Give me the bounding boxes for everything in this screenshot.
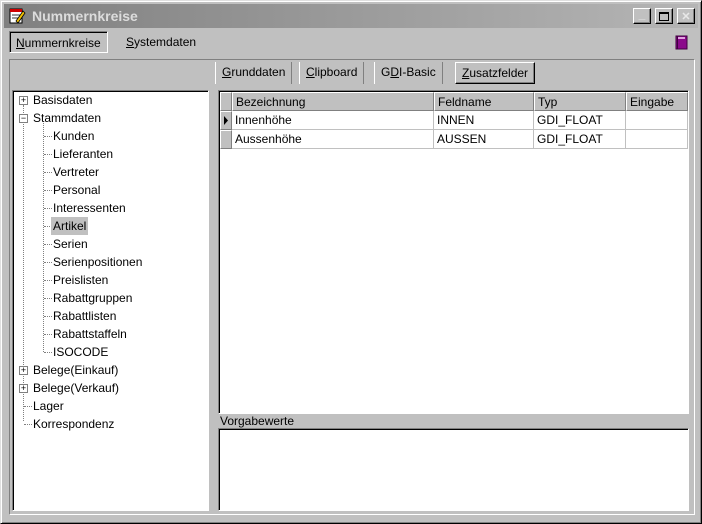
tree-connector — [24, 424, 32, 425]
tree-item-preislisten[interactable]: Preislisten — [53, 271, 108, 289]
column-header-feldname[interactable]: Feldname — [434, 92, 534, 111]
tree-connector — [43, 123, 44, 352]
book-icon[interactable] — [675, 35, 688, 50]
tree-item-korrespondenz[interactable]: Korrespondenz — [33, 415, 114, 433]
tab-systemdaten[interactable]: Systemdaten — [120, 31, 202, 53]
tab-label: usatzfelder — [469, 66, 529, 80]
expand-icon[interactable]: + — [19, 384, 28, 393]
grid-cell[interactable]: AUSSEN — [434, 130, 534, 149]
top-tab-bar: Nummernkreise Systemdaten — [4, 29, 698, 55]
tab-mnemonic: G — [222, 65, 232, 79]
tree-connector — [44, 262, 52, 263]
tree-item-serien[interactable]: Serien — [53, 235, 88, 253]
minimize-icon: _ — [638, 7, 646, 21]
tab-mnemonic: C — [306, 65, 315, 79]
tree-item-belege-einkauf[interactable]: Belege(Einkauf) — [33, 361, 118, 379]
title-bar[interactable]: Nummernkreise _ ✕ — [4, 4, 698, 28]
tree-item-interessenten[interactable]: Interessenten — [53, 199, 126, 217]
grid-cell[interactable]: GDI_FLOAT — [534, 130, 626, 149]
tab-label: ummernkreise — [24, 36, 101, 50]
tab-label: lipboard — [314, 65, 358, 79]
tree-item-isocode[interactable]: ISOCODE — [53, 343, 108, 361]
expand-icon[interactable]: + — [19, 366, 28, 375]
grid-cell[interactable]: Aussenhöhe — [232, 130, 434, 149]
tree-connector — [44, 208, 52, 209]
main-window: Nummernkreise _ ✕ Nummernkreise Systemda… — [0, 0, 702, 524]
tree-connector — [44, 298, 52, 299]
vorgabewerte-label: Vorgabewerte — [220, 414, 295, 428]
notepad-pencil-icon — [8, 7, 26, 25]
window-title: Nummernkreise — [32, 8, 138, 24]
tree-connector — [44, 352, 52, 353]
tree-connector — [44, 334, 52, 335]
tree-item-basisdaten[interactable]: Basisdaten — [33, 91, 92, 109]
grid-cell[interactable]: Innenhöhe — [232, 111, 434, 130]
tab-zusatzfelder[interactable]: Zusatzfelder — [455, 62, 536, 84]
tree-connector — [44, 154, 52, 155]
minimize-button[interactable]: _ — [633, 8, 651, 24]
expand-icon[interactable]: + — [19, 96, 28, 105]
close-button[interactable]: ✕ — [677, 8, 695, 24]
maximize-button[interactable] — [655, 8, 673, 24]
tab-label: I-Basic — [399, 65, 436, 79]
tab-label-prefix: G — [381, 65, 391, 79]
vorgabewerte-field[interactable] — [218, 428, 689, 511]
tab-gdi-basic[interactable]: GDI-Basic — [374, 62, 443, 84]
close-icon: ✕ — [681, 10, 691, 23]
grid-cell[interactable] — [626, 111, 688, 130]
tree-item-rabattgruppen[interactable]: Rabattgruppen — [53, 289, 132, 307]
grid-corner — [220, 92, 232, 111]
tab-label: runddaten — [231, 65, 286, 79]
tree-item-kunden[interactable]: Kunden — [53, 127, 94, 145]
grid-cell[interactable]: GDI_FLOAT — [534, 111, 626, 130]
tree-connector — [44, 244, 52, 245]
grid-cell[interactable] — [626, 130, 688, 149]
tree-connector — [44, 190, 52, 191]
column-header-eingabe[interactable]: Eingabe — [626, 92, 688, 111]
tree-connector — [44, 280, 52, 281]
tree-item-stammdaten[interactable]: Stammdaten — [33, 109, 101, 127]
row-indicator[interactable] — [220, 130, 232, 149]
tree-item-personal[interactable]: Personal — [53, 181, 100, 199]
maximize-icon — [659, 11, 669, 21]
column-header-bezeichnung[interactable]: Bezeichnung — [232, 92, 434, 111]
tree-item-vertreter[interactable]: Vertreter — [53, 163, 99, 181]
tree-connector — [44, 136, 52, 137]
category-tree[interactable]: + Basisdaten − Stammdaten Kunden Liefera… — [12, 90, 209, 511]
tab-nummernkreise[interactable]: Nummernkreise — [9, 31, 108, 53]
current-row-pointer-icon — [224, 116, 228, 125]
tree-item-lieferanten[interactable]: Lieferanten — [53, 145, 113, 163]
collapse-icon[interactable]: − — [19, 114, 28, 123]
tree-connector — [44, 316, 52, 317]
tab-mnemonic: S — [126, 35, 135, 49]
tab-clipboard[interactable]: Clipboard — [299, 62, 365, 84]
tree-item-artikel[interactable]: Artikel — [51, 217, 89, 235]
tree-item-serienpositionen[interactable]: Serienpositionen — [53, 253, 142, 271]
tab-mnemonic: N — [16, 36, 25, 50]
tree-item-belege-verkauf[interactable]: Belege(Verkauf) — [33, 379, 119, 397]
tree-item-lager[interactable]: Lager — [33, 397, 64, 415]
tab-grunddaten[interactable]: Grunddaten — [215, 62, 293, 84]
tree-connector — [44, 226, 50, 227]
zusatzfelder-grid[interactable]: Bezeichnung Feldname Typ Eingabe Innenhö… — [218, 90, 689, 414]
row-indicator[interactable] — [220, 111, 232, 130]
grid-cell[interactable]: INNEN — [434, 111, 534, 130]
column-header-typ[interactable]: Typ — [534, 92, 626, 111]
tab-label: ystemdaten — [134, 35, 197, 49]
tree-item-rabattlisten[interactable]: Rabattlisten — [53, 307, 116, 325]
tree-connector — [44, 172, 52, 173]
tree-item-rabattstaffeln[interactable]: Rabattstaffeln — [53, 325, 127, 343]
tree-connector — [24, 406, 32, 407]
tab-mnemonic: D — [390, 65, 400, 79]
